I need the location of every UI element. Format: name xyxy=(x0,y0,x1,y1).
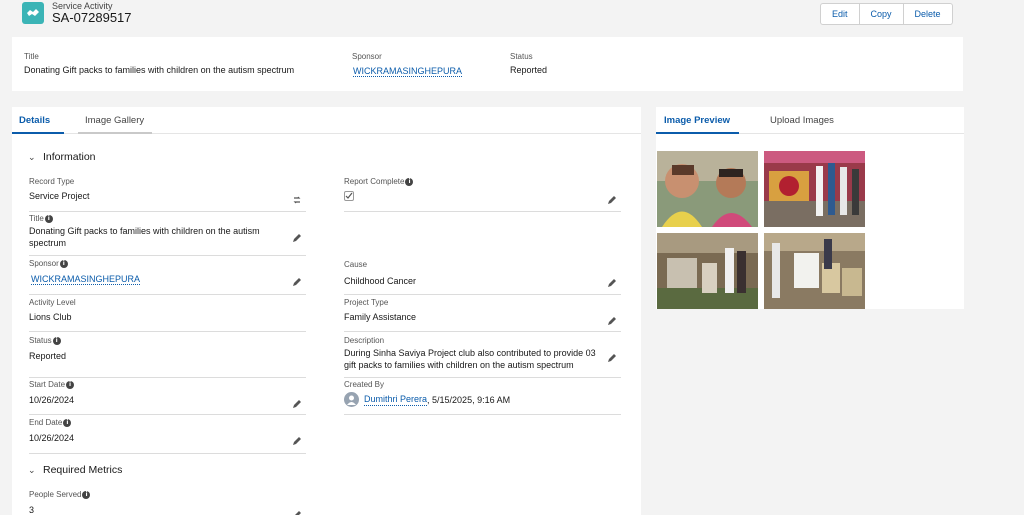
edit-pencil-icon[interactable] xyxy=(607,278,617,288)
field-label: Cause xyxy=(344,260,368,269)
tab-upload-images[interactable]: Upload Images xyxy=(770,115,834,132)
section-required-metrics[interactable]: ⌄ Required Metrics xyxy=(28,464,122,476)
field-record-type: Record Type Service Project xyxy=(29,177,306,212)
sponsor-link[interactable]: WICKRAMASINGHEPURA xyxy=(31,274,141,285)
copy-button[interactable]: Copy xyxy=(860,4,904,24)
field-label: Title xyxy=(29,214,44,223)
info-icon[interactable]: i xyxy=(44,214,53,223)
field-label: Report Complete xyxy=(344,177,405,186)
tab-details[interactable]: Details xyxy=(12,115,65,134)
field-cause: Cause Childhood Cancer xyxy=(344,260,621,295)
field-value: Service Project xyxy=(29,191,90,201)
info-icon[interactable]: i xyxy=(66,380,75,389)
field-value: Childhood Cancer xyxy=(344,276,417,286)
field-report-complete: Report Complete i xyxy=(344,177,621,212)
info-icon[interactable]: i xyxy=(52,336,61,345)
info-icon[interactable]: i xyxy=(405,177,414,186)
field-value: 3 xyxy=(29,505,35,515)
created-by-user-link[interactable]: Dumithri Perera xyxy=(364,393,428,406)
field-description: Description During Sinha Saviya Project … xyxy=(344,336,621,378)
chevron-down-icon: ⌄ xyxy=(28,464,36,475)
field-label: Status xyxy=(29,336,52,345)
gallery-image[interactable] xyxy=(764,233,865,309)
report-complete-checkbox[interactable] xyxy=(344,191,354,201)
field-start-date: Start Date i 10/26/2024 xyxy=(29,380,306,415)
field-value: Family Assistance xyxy=(344,312,417,322)
edit-pencil-icon[interactable] xyxy=(607,316,617,326)
field-value: Lions Club xyxy=(29,312,72,322)
edit-pencil-icon[interactable] xyxy=(292,510,302,515)
highlights-panel: Title Donating Gift packs to families wi… xyxy=(12,37,963,91)
field-label: People Served xyxy=(29,490,82,499)
field-value: Donating Gift packs to families with chi… xyxy=(29,226,260,248)
field-value: During Sinha Saviya Project club also co… xyxy=(344,348,596,370)
field-title: Title i Donating Gift packs to families w… xyxy=(29,214,306,256)
handshake-icon xyxy=(22,2,44,24)
field-end-date: End Date i 10/26/2024 xyxy=(29,418,306,454)
gallery-image[interactable] xyxy=(657,151,758,227)
highlight-title-label: Title xyxy=(24,52,39,61)
tab-image-preview[interactable]: Image Preview xyxy=(656,115,740,134)
section-required-metrics-title: Required Metrics xyxy=(43,464,123,476)
section-information[interactable]: ⌄ Information xyxy=(28,151,96,163)
edit-pencil-icon[interactable] xyxy=(292,399,302,409)
tab-image-gallery[interactable]: Image Gallery xyxy=(78,115,153,134)
user-avatar-icon xyxy=(344,392,359,407)
section-information-title: Information xyxy=(43,151,96,163)
gallery-image[interactable] xyxy=(764,151,865,227)
field-project-type: Project Type Family Assistance xyxy=(344,298,621,332)
highlight-sponsor-label: Sponsor xyxy=(352,52,382,61)
edit-pencil-icon[interactable] xyxy=(292,233,302,243)
field-value: Reported xyxy=(29,351,67,361)
field-created-by: Created By Dumithri Perera , 5/15/2025, … xyxy=(344,380,621,415)
field-label: Record Type xyxy=(29,177,75,186)
highlight-sponsor-link[interactable]: WICKRAMASINGHEPURA xyxy=(353,66,463,77)
delete-button[interactable]: Delete xyxy=(904,4,952,24)
field-label: Start Date xyxy=(29,380,66,389)
highlight-title-value: Donating Gift packs to families with chi… xyxy=(24,65,295,75)
field-people-served: People Served i 3 xyxy=(29,490,306,515)
checkmark-icon xyxy=(345,192,353,199)
change-record-type-icon[interactable] xyxy=(292,195,302,205)
action-button-group: Edit Copy Delete xyxy=(820,3,953,25)
edit-pencil-icon[interactable] xyxy=(292,436,302,446)
field-label: Activity Level xyxy=(29,298,76,307)
field-label: Sponsor xyxy=(29,259,59,268)
field-value: 10/26/2024 xyxy=(29,395,75,405)
field-sponsor: Sponsor i WICKRAMASINGHEPURA xyxy=(29,259,306,295)
edit-pencil-icon[interactable] xyxy=(607,195,617,205)
field-label: Description xyxy=(344,336,385,345)
field-label: Project Type xyxy=(344,298,389,307)
edit-button[interactable]: Edit xyxy=(821,4,860,24)
image-card: Image Preview Upload Images xyxy=(656,107,964,309)
details-tabbar: Details Image Gallery xyxy=(12,107,641,134)
info-icon[interactable]: i xyxy=(59,259,68,268)
created-by-date: , 5/15/2025, 9:16 AM xyxy=(427,394,511,405)
details-card: Details Image Gallery ⌄ Information Reco… xyxy=(12,107,641,515)
edit-pencil-icon[interactable] xyxy=(607,353,617,363)
gallery-image[interactable] xyxy=(657,233,758,309)
field-label: End Date xyxy=(29,418,63,427)
info-icon[interactable]: i xyxy=(82,490,91,499)
field-value: 10/26/2024 xyxy=(29,433,75,443)
field-activity-level: Activity Level Lions Club xyxy=(29,298,306,332)
highlight-status-label: Status xyxy=(510,52,533,61)
field-label: Created By xyxy=(344,380,385,389)
image-tabbar: Image Preview Upload Images xyxy=(656,107,964,134)
chevron-down-icon: ⌄ xyxy=(28,151,36,162)
highlight-status-value: Reported xyxy=(510,65,548,75)
record-name: SA-07289517 xyxy=(52,10,132,25)
field-status: Status i Reported xyxy=(29,336,306,378)
info-icon[interactable]: i xyxy=(63,418,72,427)
edit-pencil-icon[interactable] xyxy=(292,277,302,287)
